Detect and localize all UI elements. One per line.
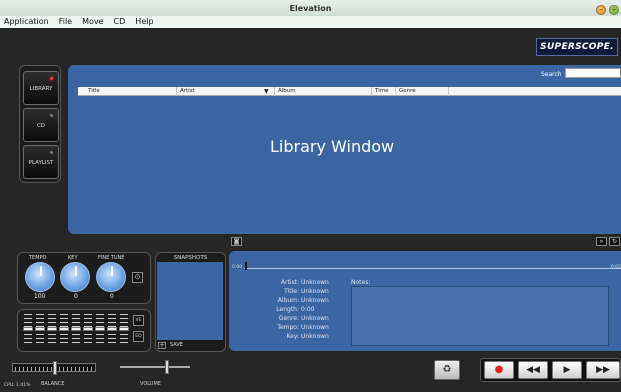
time-start: 0:00: [232, 265, 243, 270]
menu-cd[interactable]: CD: [114, 16, 126, 28]
notes-field[interactable]: [351, 286, 609, 346]
track-timeline[interactable]: 0:00 -0:00: [232, 262, 621, 271]
info-value: Unknown: [301, 315, 329, 322]
maximize-icon: +: [610, 5, 618, 14]
volume-label: VOLUME: [140, 381, 161, 387]
info-key: Length:: [276, 306, 299, 313]
source-nav-panel: LIBRARY CD PLAYLIST: [19, 65, 61, 183]
minimize-icon: –: [599, 5, 603, 14]
eq-fader[interactable]: [107, 314, 117, 346]
eq-fader[interactable]: [35, 314, 45, 346]
info-value: Unknown: [301, 333, 329, 340]
cd-button-label: CD: [36, 123, 46, 129]
balance-handle[interactable]: [53, 361, 57, 375]
add-snapshot-button[interactable]: +: [158, 342, 166, 349]
eq-fader[interactable]: [95, 314, 105, 346]
library-window-placeholder: Library Window: [270, 137, 395, 156]
column-artist[interactable]: Artist: [180, 88, 195, 94]
key-value: 0: [74, 293, 78, 300]
balance-label: BALANCE: [41, 381, 65, 387]
snapshots-list[interactable]: [157, 262, 223, 340]
loop-icon[interactable]: ↻: [609, 237, 620, 246]
eq-fader[interactable]: [83, 314, 93, 346]
volume-handle[interactable]: [165, 360, 169, 374]
save-snapshot-button[interactable]: SAVE: [170, 342, 186, 349]
reset-icon[interactable]: ⊙: [132, 272, 143, 283]
finetune-knob[interactable]: [96, 262, 126, 292]
eq-fader[interactable]: [119, 314, 129, 346]
eq-fader[interactable]: [47, 314, 57, 346]
eq-fader[interactable]: [23, 314, 33, 346]
library-table-header: Title Artist ▼ Album Time Genre: [78, 87, 621, 96]
window-title: Elevation: [289, 4, 332, 13]
tempo-knob[interactable]: [25, 262, 55, 292]
info-value: Unknown: [301, 297, 329, 304]
time-end: -0:00: [609, 265, 621, 270]
menu-file[interactable]: File: [59, 16, 72, 28]
eq-button[interactable]: EQ: [133, 331, 144, 342]
record-button[interactable]: ●: [484, 361, 514, 379]
cd-led-icon: [50, 114, 53, 117]
tempo-label: TEMPO: [29, 255, 47, 261]
menu-move[interactable]: Move: [82, 16, 103, 28]
snapshot-camera-icon[interactable]: ◙: [231, 237, 242, 246]
maximize-button[interactable]: +: [609, 5, 619, 15]
superscope-logo: SUPERSCOPE.: [536, 38, 618, 56]
eq-fader[interactable]: [71, 314, 81, 346]
balance-slider[interactable]: [12, 361, 96, 375]
info-key: Tempo:: [277, 324, 299, 331]
finetune-value: 0: [110, 293, 114, 300]
search-label: Search: [541, 71, 562, 78]
minimize-button[interactable]: –: [596, 5, 606, 15]
info-key: Title:: [284, 288, 299, 295]
finetune-label: FINE TUNE: [98, 255, 125, 261]
volume-slider[interactable]: [120, 360, 190, 374]
playlist-button[interactable]: PLAYLIST: [23, 145, 59, 179]
library-button-label: LIBRARY: [29, 86, 53, 92]
column-title[interactable]: Title: [88, 88, 100, 94]
info-value: Unknown: [301, 288, 329, 295]
menu-bar: Application File Move CD Help: [0, 16, 621, 28]
playhead-marker[interactable]: [245, 262, 247, 270]
tempo-value: 100: [34, 293, 46, 300]
forward-toggle-icon[interactable]: »: [596, 237, 607, 246]
library-led-icon: [50, 77, 53, 80]
key-label: KEY: [68, 255, 78, 261]
library-button[interactable]: LIBRARY: [23, 71, 59, 105]
playlist-button-label: PLAYLIST: [28, 160, 54, 166]
sort-arrow-icon: ▼: [264, 88, 269, 95]
rewind-button[interactable]: ◀◀: [518, 361, 548, 379]
playlist-led-icon: [50, 151, 53, 154]
menu-application[interactable]: Application: [4, 16, 49, 28]
key-knob[interactable]: [60, 262, 90, 292]
panel-toggle-buttons: » ↻: [596, 237, 620, 246]
ve-button[interactable]: VE: [133, 315, 144, 326]
cd-button[interactable]: CD: [23, 108, 59, 142]
menu-help[interactable]: Help: [135, 16, 153, 28]
notes-label: Notes:: [351, 279, 371, 286]
info-key: Artist:: [280, 279, 299, 286]
column-genre[interactable]: Genre: [399, 88, 416, 94]
info-key: Album:: [277, 297, 299, 304]
info-key: Genre:: [278, 315, 299, 322]
column-time[interactable]: Time: [375, 88, 388, 94]
info-value: Unknown: [301, 324, 329, 331]
fast-forward-button[interactable]: ▶▶: [586, 361, 620, 379]
play-button[interactable]: ▶: [552, 361, 582, 379]
column-album[interactable]: Album: [278, 88, 296, 94]
info-value: Unknown: [301, 279, 329, 286]
info-key: Key:: [286, 333, 299, 340]
snapshots-title: SNAPSHOTS: [173, 255, 208, 261]
info-value: 0:00: [301, 306, 315, 313]
eq-fader[interactable]: [59, 314, 69, 346]
cpu-readout: CPU: 1.41%: [4, 383, 31, 388]
search-input[interactable]: [565, 68, 621, 78]
shuffle-button[interactable]: ♻: [434, 360, 460, 380]
